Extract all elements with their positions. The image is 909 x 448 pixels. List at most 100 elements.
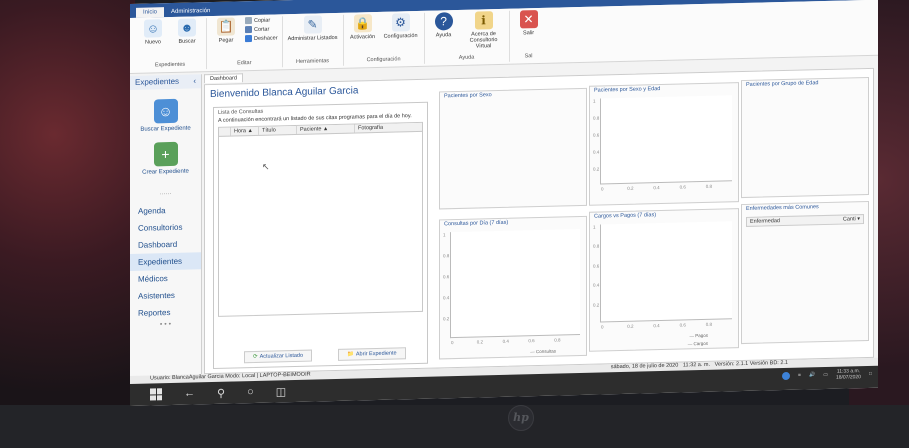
crear-expediente-tile[interactable]: + Crear Expediente <box>130 141 201 176</box>
network-icon[interactable]: ≡ <box>798 373 801 379</box>
salir-label: Salir <box>523 30 535 37</box>
group-expedientes: ☺ Nuevo ☻ Buscar Expedientes <box>134 18 207 71</box>
back-arrow-icon[interactable]: ← <box>184 387 195 399</box>
group-label-editar: Editar <box>237 60 252 67</box>
nav-more[interactable]: • • • <box>130 320 201 329</box>
y-tick: 0.6 <box>443 274 450 280</box>
legend-consultas: Consultas <box>535 348 556 355</box>
search-icon[interactable]: ⚲ <box>217 386 225 399</box>
actualizar-listado-button[interactable]: ⟳ Actualizar Listado <box>244 349 313 364</box>
group-configuracion: 🔒 Activación ⚙ Configuración Configuraci… <box>343 12 425 66</box>
y-tick: 0.8 <box>593 243 600 250</box>
notifications-icon[interactable]: □ <box>869 371 872 377</box>
pegar-button[interactable]: 📋 Pegar <box>211 17 241 44</box>
y-tick: 0.2 <box>593 166 600 172</box>
acerca-de-button[interactable]: ℹ Acerca de Consultorio Virtual <box>463 11 505 50</box>
laptop-screen: Inicio Administración ☺ Nuevo ☻ Buscar E… <box>130 0 878 407</box>
task-view-icon[interactable]: ◫ <box>276 385 286 398</box>
actualizar-listado-label: Actualizar Listado <box>259 352 304 360</box>
enfermedades-grid-header: Enfermedad Canti ▾ <box>746 214 864 227</box>
cargos-pagos-chart: 1 0.8 0.6 0.4 0.2 0 0.2 0.4 0.6 0.8 <box>593 221 732 329</box>
configuracion-button[interactable]: ⚙ Configuración <box>382 13 420 40</box>
tab-dashboard[interactable]: Dashboard <box>204 73 243 84</box>
group-salir: ✕ Salir Sal <box>510 10 548 62</box>
app-tray-icon[interactable] <box>782 371 791 381</box>
column-paciente[interactable]: Paciente ▲ <box>297 124 355 134</box>
salir-button[interactable]: ✕ Salir <box>514 10 544 37</box>
activacion-button[interactable]: 🔒 Activación <box>348 14 378 41</box>
y-tick: 0.4 <box>593 282 600 288</box>
cortana-circle-icon[interactable]: ○ <box>247 386 254 398</box>
nav-item-expedientes[interactable]: Expedientes <box>130 252 201 271</box>
consultas-legend: — Consultas <box>530 348 556 355</box>
column-hora[interactable]: Hora ▲ <box>231 126 259 136</box>
crear-expediente-label: Crear Expediente <box>142 168 189 176</box>
x-tick: 0.6 <box>679 184 686 190</box>
cantidad-dropdown[interactable]: Canti ▾ <box>843 216 860 222</box>
group-label-ayuda: Ayuda <box>458 54 475 61</box>
background-fabric-left <box>0 0 135 448</box>
close-icon: ✕ <box>519 10 538 29</box>
copiar-button[interactable]: Copiar <box>245 16 278 25</box>
copiar-label: Copiar <box>254 17 271 24</box>
tab-administracion[interactable]: Administración <box>164 6 217 17</box>
nuevo-button[interactable]: ☺ Nuevo <box>138 19 168 46</box>
column-fotografia[interactable]: Fotografía <box>355 123 422 133</box>
taskbar-clock[interactable]: 11:33 a.m. 18/07/2020 <box>836 368 861 381</box>
administrar-listados-button[interactable]: ✎ Administrar Listados <box>287 15 339 42</box>
nav-item-dashboard[interactable]: Dashboard <box>130 235 201 254</box>
left-nav-panel: Expedientes ‹ ☺ Buscar Expediente + Crea… <box>130 74 202 376</box>
abrir-expediente-button[interactable]: 📁 Abrir Expediente <box>338 347 406 361</box>
nav-item-agenda[interactable]: Agenda <box>130 201 201 220</box>
nav-item-consultorios[interactable]: Consultorios <box>130 218 201 237</box>
nav-header: Expedientes ‹ <box>130 74 201 90</box>
pacientes-sexo-panel: Pacientes por Sexo <box>439 87 587 210</box>
copy-icon <box>245 17 252 25</box>
about-icon: ℹ <box>474 11 493 30</box>
nuevo-label: Nuevo <box>145 39 161 46</box>
windows-start-icon[interactable] <box>150 388 162 401</box>
buscar-expediente-tile[interactable]: ☺ Buscar Expediente <box>130 98 201 133</box>
column-enfermedad[interactable]: Enfermedad <box>750 218 780 225</box>
nav-item-medicos[interactable]: Médicos <box>130 269 201 288</box>
legend-cargos: Cargos <box>693 340 708 347</box>
help-icon: ? <box>434 12 453 31</box>
battery-icon[interactable]: ▭ <box>823 372 828 378</box>
ayuda-button[interactable]: ? Ayuda <box>429 12 459 39</box>
undo-icon <box>245 35 252 43</box>
y-tick: 1 <box>593 224 596 230</box>
deshacer-button[interactable]: Deshacer <box>245 34 278 43</box>
group-label-herramientas: Herramientas <box>296 58 330 65</box>
edit-list-icon: ✎ <box>303 15 322 34</box>
nav-splitter[interactable]: ...... <box>130 188 201 197</box>
buscar-label: Buscar <box>178 38 196 45</box>
status-time: 11:32 a. m. <box>682 361 711 369</box>
collapse-chevron-icon[interactable]: ‹ <box>193 76 196 86</box>
nav-item-asistentes[interactable]: Asistentes <box>130 286 201 305</box>
acerca-de-label: Acerca de Consultorio Virtual <box>469 31 498 50</box>
y-tick: 0.2 <box>593 302 600 308</box>
gear-icon: ⚙ <box>391 13 410 32</box>
nav-header-title: Expedientes <box>135 76 180 87</box>
consultas-grid[interactable]: Hora ▲ Título Paciente ▲ Fotografía <box>218 121 423 317</box>
y-tick: 0.2 <box>443 316 450 322</box>
lock-icon: 🔒 <box>353 14 372 33</box>
column-titulo[interactable]: Título <box>259 125 297 135</box>
volume-icon[interactable]: 🔊 <box>809 372 815 378</box>
pacientes-sexo-edad-chart: 1 0.8 0.6 0.4 0.2 0 0.2 0.4 0.6 0.8 <box>593 95 732 191</box>
y-tick: 0.8 <box>593 115 600 121</box>
column-paciente-label: Paciente <box>300 126 322 133</box>
nav-item-reportes[interactable]: Reportes <box>130 303 201 322</box>
x-tick: 0 <box>601 186 604 192</box>
search-patient-icon: ☻ <box>178 18 196 37</box>
x-tick: 0.2 <box>627 323 634 329</box>
cortar-button[interactable]: Cortar <box>245 25 278 34</box>
buscar-button[interactable]: ☻ Buscar <box>172 18 202 45</box>
y-tick: 1 <box>443 232 446 238</box>
tab-inicio[interactable]: Inicio <box>136 7 165 18</box>
cargos-pagos-panel: Cargos vs Pagos (7 días) 1 0.8 0.6 0.4 0… <box>589 208 739 352</box>
deshacer-label: Deshacer <box>254 34 278 42</box>
y-tick: 0.8 <box>443 253 450 259</box>
grid-row-indicator <box>219 127 231 136</box>
x-tick: 0.4 <box>653 185 660 191</box>
